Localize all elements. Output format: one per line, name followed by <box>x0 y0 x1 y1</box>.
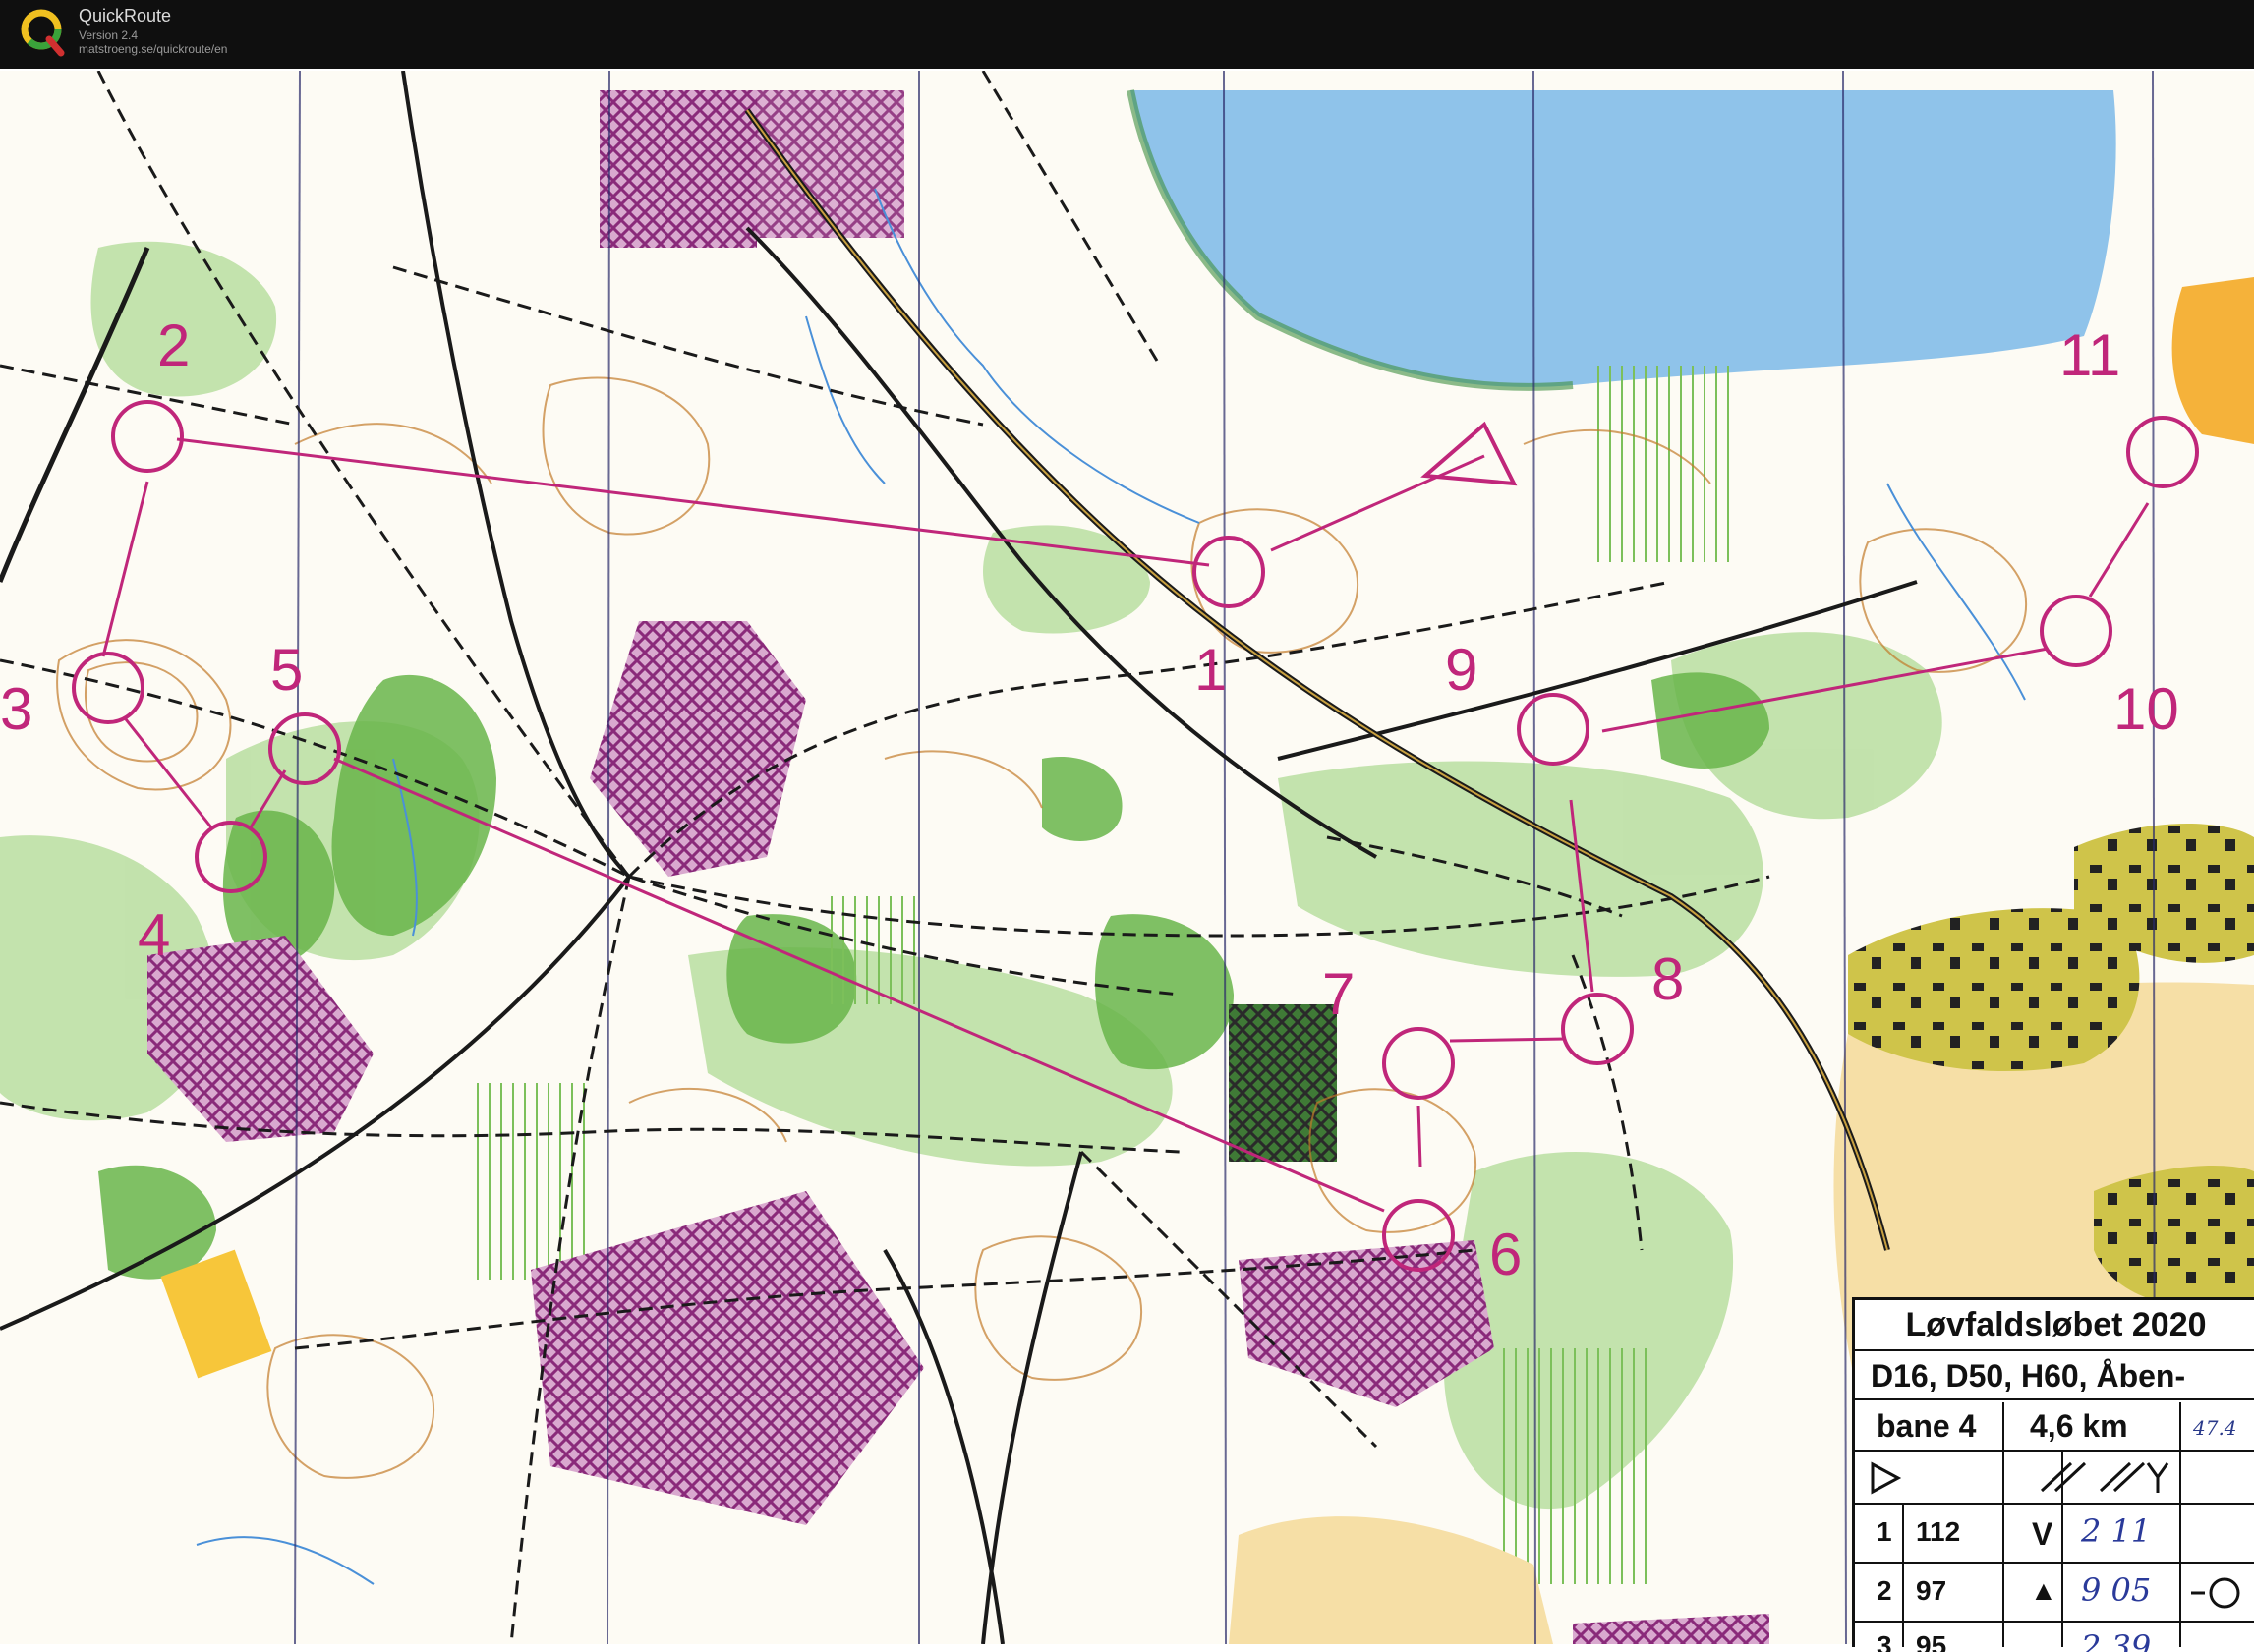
legend-divider <box>1902 1505 1904 1647</box>
control-3-label: 3 <box>0 676 32 742</box>
legend-row-3: 3 95 2 39 <box>1855 1623 2254 1652</box>
control-4-label: 4 <box>138 902 170 968</box>
legend-divider <box>2061 1452 2063 1647</box>
course-legend: Løvfaldsløbet 2020 D16, D50, H60, Åben- … <box>1852 1297 2254 1652</box>
control-10-label: 10 <box>2113 676 2179 742</box>
circle-symbol-icon <box>2191 1577 2240 1609</box>
control-5-label: 5 <box>270 637 303 703</box>
app-title: QuickRoute <box>79 6 172 26</box>
legend-start-row <box>1855 1452 2254 1505</box>
legend-classes: D16, D50, H60, Åben- <box>1855 1351 2254 1400</box>
legend-row-code: 95 <box>1916 1630 1947 1652</box>
quickroute-logo-icon <box>21 9 65 57</box>
control-1-label: 1 <box>1194 637 1227 703</box>
legend-row-number: 3 <box>1877 1630 1892 1652</box>
legend-row-number: 1 <box>1877 1516 1892 1547</box>
legend-divider <box>2179 1452 2181 1647</box>
legend-row-symbol: ▲ <box>2030 1575 2057 1606</box>
legend-row-symbol: V <box>2032 1516 2053 1552</box>
legend-course-row: bane 4 4,6 km 47.4 <box>1855 1402 2254 1452</box>
control-9-label: 9 <box>1445 637 1477 703</box>
legend-title: Løvfaldsløbet 2020 <box>1855 1300 2254 1351</box>
legend-row-1: 1 112 V 2 11 <box>1855 1505 2254 1564</box>
legend-row-split: 9 05 <box>2081 1571 2152 1609</box>
legend-row-number: 2 <box>1877 1575 1892 1606</box>
app-version: Version 2.4 <box>79 28 139 42</box>
control-8-label: 8 <box>1651 946 1684 1012</box>
legend-row-code: 97 <box>1916 1575 1947 1606</box>
legend-divider <box>2002 1452 2004 1647</box>
legend-handwritten-total: 47.4 <box>2193 1416 2237 1440</box>
legend-row-2: 2 97 ▲ 9 05 <box>1855 1564 2254 1623</box>
control-6-label: 6 <box>1489 1222 1522 1287</box>
app-url[interactable]: matstroeng.se/quickroute/en <box>79 42 227 56</box>
legend-row-code: 112 <box>1916 1516 1961 1547</box>
path-symbol-icon <box>2040 1461 2169 1493</box>
control-11-label: 11 <box>2059 322 2120 388</box>
legend-row-split: 2 39 <box>2081 1628 2152 1652</box>
legend-divider <box>2002 1402 2004 1452</box>
title-bar: QuickRoute Version 2.4 matstroeng.se/qui… <box>0 0 2254 69</box>
legend-divider <box>2179 1402 2181 1452</box>
start-triangle-icon <box>1871 1461 1902 1495</box>
legend-course-name: bane 4 <box>1877 1408 1977 1444</box>
control-7-label: 7 <box>1322 961 1355 1027</box>
legend-row-split: 2 11 <box>2081 1512 2152 1550</box>
legend-course-length: 4,6 km <box>2030 1408 2128 1444</box>
control-2-label: 2 <box>157 313 190 378</box>
